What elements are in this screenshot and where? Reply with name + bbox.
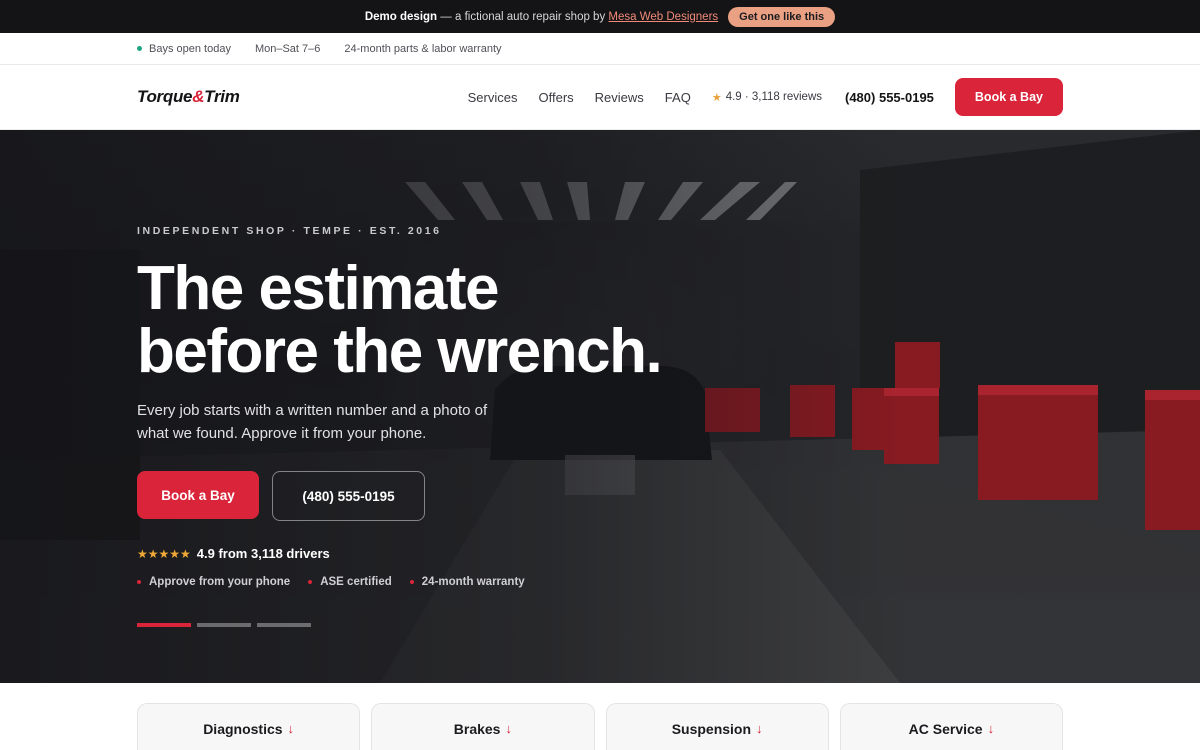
headline-line-2: before the wrench. bbox=[137, 317, 663, 386]
bullet-icon bbox=[308, 579, 313, 584]
get-one-button[interactable]: Get one like this bbox=[728, 6, 836, 27]
bullet-icon bbox=[409, 579, 414, 584]
service-tab-suspension[interactable]: Suspension ↓ bbox=[605, 703, 829, 750]
site-header: Torque&Trim Services Offers Reviews FAQ … bbox=[0, 65, 1200, 130]
designer-link[interactable]: Mesa Web Designers bbox=[608, 11, 718, 23]
nav-faq[interactable]: FAQ bbox=[665, 90, 691, 105]
arrow-down-icon: ↓ bbox=[287, 721, 295, 736]
stars-icon: ★★★★★ bbox=[137, 546, 191, 561]
headline-line-1: The estimate bbox=[137, 254, 500, 323]
hero-rating-text: 4.9 from 3,118 drivers bbox=[196, 546, 330, 561]
main-nav: Services Offers Reviews FAQ ★ 4.9 · 3,118… bbox=[468, 78, 1063, 116]
service-tabs: Diagnostics ↓ Brakes ↓ Suspension ↓ AC Serv… bbox=[0, 683, 1200, 750]
hero-subtitle: Every job starts with a written number a… bbox=[137, 402, 488, 442]
book-bay-button[interactable]: Book a Bay bbox=[954, 78, 1063, 116]
demo-banner: Demo design — a fictional auto repair sh… bbox=[0, 0, 1200, 33]
slide-indicator-3[interactable] bbox=[257, 623, 311, 627]
hero: INDEPENDENT SHOP · TEMPE · EST. 2016 The… bbox=[0, 130, 1200, 683]
hero-headline: The estimate before the wrench. bbox=[137, 257, 737, 383]
hero-rating: ★★★★★ 4.9 from 3,118 drivers bbox=[137, 546, 737, 561]
info-strip: Bays open today Mon–Sat 7–6 24-month par… bbox=[0, 33, 1200, 65]
arrow-down-icon: ↓ bbox=[756, 721, 763, 736]
warranty-text: 24-month parts & labor warranty bbox=[344, 42, 502, 55]
service-tab-diagnostics[interactable]: Diagnostics ↓ bbox=[137, 703, 361, 750]
demo-banner-text: Demo design — a fictional auto repair sh… bbox=[364, 10, 719, 23]
header-phone-link[interactable]: (480) 555-0195 bbox=[845, 90, 934, 105]
header-rating[interactable]: ★ 4.9 · 3,118 reviews bbox=[712, 91, 822, 104]
badge-ase: ASE certified bbox=[308, 576, 392, 588]
bullet-icon bbox=[137, 579, 141, 584]
badge-warranty: 24-month warranty bbox=[409, 576, 525, 588]
nav-offers[interactable]: Offers bbox=[539, 90, 574, 105]
hero-book-button[interactable]: Book a Bay bbox=[137, 471, 259, 519]
star-icon: ★ bbox=[711, 91, 722, 104]
nav-services[interactable]: Services bbox=[468, 90, 518, 105]
arrow-down-icon: ↓ bbox=[987, 721, 995, 736]
hours-text: Mon–Sat 7–6 bbox=[254, 42, 321, 55]
open-dot-icon bbox=[137, 46, 142, 52]
hero-actions: Book a Bay (480) 555-0195 bbox=[137, 471, 737, 521]
arrow-down-icon: ↓ bbox=[505, 721, 512, 736]
hero-eyebrow: INDEPENDENT SHOP · TEMPE · EST. 2016 bbox=[137, 225, 442, 237]
nav-reviews[interactable]: Reviews bbox=[595, 90, 644, 105]
slide-indicators bbox=[137, 623, 737, 627]
slide-indicator-1[interactable] bbox=[137, 623, 191, 627]
hero-phone-button[interactable]: (480) 555-0195 bbox=[272, 471, 425, 521]
hero-badges: Approve from your phone ASE certified 24… bbox=[137, 576, 737, 588]
hero-content: INDEPENDENT SHOP · TEMPE · EST. 2016 The… bbox=[137, 225, 737, 627]
slide-indicator-2[interactable] bbox=[197, 623, 251, 627]
service-tab-ac-service[interactable]: AC Service ↓ bbox=[839, 703, 1063, 750]
open-status: Bays open today bbox=[137, 43, 231, 55]
service-tab-brakes[interactable]: Brakes ↓ bbox=[371, 703, 595, 750]
badge-approve: Approve from your phone bbox=[137, 576, 290, 588]
logo[interactable]: Torque&Trim bbox=[137, 87, 240, 107]
